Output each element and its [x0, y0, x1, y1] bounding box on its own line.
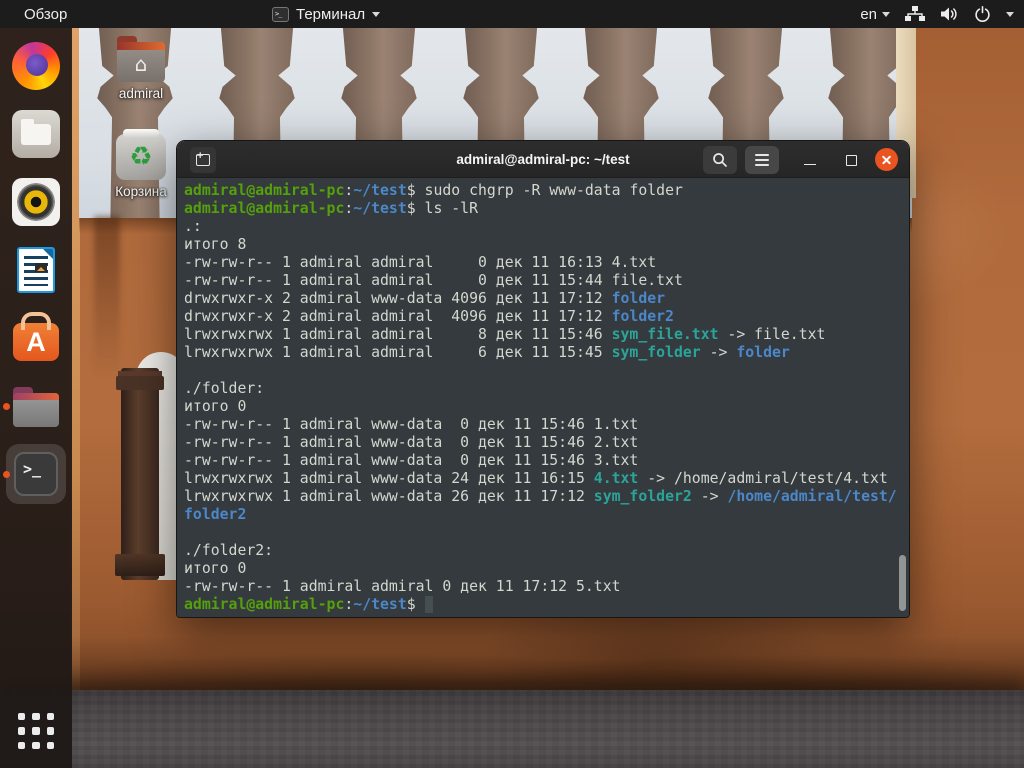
terminal-line: lrwxrwxrwx 1 admiral www-data 26 дек 11 …: [184, 488, 909, 506]
rhythmbox-icon: [12, 178, 60, 226]
terminal-line: -rw-rw-r-- 1 admiral admiral 0 дек 11 17…: [184, 578, 909, 596]
wallpaper-arch-column: [121, 368, 159, 580]
dock: [0, 28, 72, 768]
chevron-down-icon: [882, 12, 890, 17]
dock-item-libreoffice-writer[interactable]: [0, 246, 72, 294]
terminal-line: admiral@admiral-pc:~/test$ ls -lR: [184, 200, 909, 218]
desktop-icon-label: admiral: [105, 86, 177, 101]
terminal-app-icon: [14, 452, 58, 496]
minimize-button[interactable]: [799, 150, 821, 170]
maximize-icon: [846, 155, 857, 166]
terminal-line: итого 0: [184, 398, 909, 416]
dock-item-rhythmbox[interactable]: [0, 178, 72, 226]
close-button[interactable]: [875, 148, 898, 171]
terminal-line: [184, 362, 909, 380]
home-folder-icon: ⌂: [117, 42, 165, 82]
dock-item-files-folder[interactable]: [0, 382, 72, 430]
search-button[interactable]: [703, 146, 737, 174]
terminal-line: admiral@admiral-pc:~/test$: [184, 596, 909, 614]
language-indicator[interactable]: en: [860, 6, 890, 23]
firefox-icon: [12, 42, 60, 90]
chevron-down-icon: [372, 12, 380, 17]
terminal-icon: [272, 7, 289, 22]
apps-grid-icon: [18, 713, 54, 749]
menu-button[interactable]: [745, 146, 779, 174]
new-tab-button[interactable]: [190, 147, 216, 173]
maximize-button[interactable]: [840, 150, 862, 170]
desktop-icon-label: Корзина: [105, 184, 177, 199]
desktop-icon-home-folder[interactable]: ⌂ admiral: [105, 36, 177, 101]
new-tab-icon: [196, 154, 210, 166]
terminal-line: -rw-rw-r-- 1 admiral www-data 0 дек 11 1…: [184, 416, 909, 434]
close-icon: [875, 148, 898, 171]
minimize-icon: [804, 164, 816, 166]
terminal-line: drwxrwxr-x 2 admiral www-data 4096 дек 1…: [184, 290, 909, 308]
terminal-line: -rw-rw-r-- 1 admiral www-data 0 дек 11 1…: [184, 434, 909, 452]
dock-item-ubuntu-software[interactable]: [0, 314, 72, 362]
terminal-window: admiral@admiral-pc: ~/test: [176, 140, 910, 618]
terminal-line: -rw-rw-r-- 1 admiral www-data 0 дек 11 1…: [184, 452, 909, 470]
app-menu-button[interactable]: Терминал: [272, 6, 380, 23]
libreoffice-writer-icon: [17, 247, 55, 293]
terminal-line: -rw-rw-r-- 1 admiral admiral 0 дек 11 15…: [184, 272, 909, 290]
running-indicator: [3, 471, 10, 478]
activities-button[interactable]: Обзор: [14, 6, 77, 23]
network-icon[interactable]: [905, 6, 925, 22]
terminal-line: ./folder2:: [184, 542, 909, 560]
terminal-line: drwxrwxr-x 2 admiral admiral 4096 дек 11…: [184, 308, 909, 326]
show-applications-button[interactable]: [0, 708, 72, 756]
files-icon: [12, 110, 60, 158]
terminal-scrollbar[interactable]: [899, 555, 906, 611]
terminal-line: .:: [184, 218, 909, 236]
dock-item-files[interactable]: [0, 110, 72, 158]
terminal-line: lrwxrwxrwx 1 admiral www-data 24 дек 11 …: [184, 470, 909, 488]
system-status-area: en: [860, 6, 1014, 23]
terminal-body[interactable]: admiral@admiral-pc:~/test$ sudo chgrp -R…: [177, 178, 909, 618]
terminal-line: итого 0: [184, 560, 909, 578]
power-icon[interactable]: [974, 6, 991, 23]
folder-icon: [13, 393, 59, 427]
chevron-down-icon[interactable]: [1006, 12, 1014, 17]
search-icon: [712, 152, 728, 168]
house-icon: ⌂: [117, 54, 165, 74]
desktop-icon-trash[interactable]: ♻ Корзина: [105, 134, 177, 199]
desktop: ⌂ admiral ♻ Корзина: [0, 0, 1024, 768]
wallpaper-pavement: [0, 690, 1024, 768]
terminal-line: lrwxrwxrwx 1 admiral admiral 8 дек 11 15…: [184, 326, 909, 344]
dock-item-firefox[interactable]: [0, 42, 72, 90]
terminal-line: folder2: [184, 506, 909, 524]
ubuntu-software-icon: [13, 323, 59, 361]
running-indicator: [3, 403, 10, 410]
trash-icon: ♻: [116, 134, 166, 180]
terminal-line: lrwxrwxrwx 1 admiral admiral 6 дек 11 15…: [184, 344, 909, 362]
terminal-line: итого 8: [184, 236, 909, 254]
volume-icon[interactable]: [940, 6, 959, 22]
terminal-titlebar[interactable]: admiral@admiral-pc: ~/test: [177, 141, 909, 178]
terminal-line: admiral@admiral-pc:~/test$ sudo chgrp -R…: [184, 182, 909, 200]
dock-item-terminal[interactable]: [0, 450, 72, 498]
terminal-line: ./folder:: [184, 380, 909, 398]
top-bar: Обзор Терминал en: [0, 0, 1024, 28]
wallpaper-stain: [94, 216, 120, 376]
terminal-output: admiral@admiral-pc:~/test$ sudo chgrp -R…: [184, 182, 909, 614]
recycle-icon: ♻: [116, 144, 166, 170]
wallpaper-wall-base: [72, 636, 1024, 692]
hamburger-icon: [755, 154, 769, 166]
app-menu-label: Терминал: [296, 6, 365, 23]
terminal-line: [184, 524, 909, 542]
terminal-line: -rw-rw-r-- 1 admiral admiral 0 дек 11 16…: [184, 254, 909, 272]
trash-lid: [123, 129, 159, 138]
language-label: en: [860, 6, 877, 23]
